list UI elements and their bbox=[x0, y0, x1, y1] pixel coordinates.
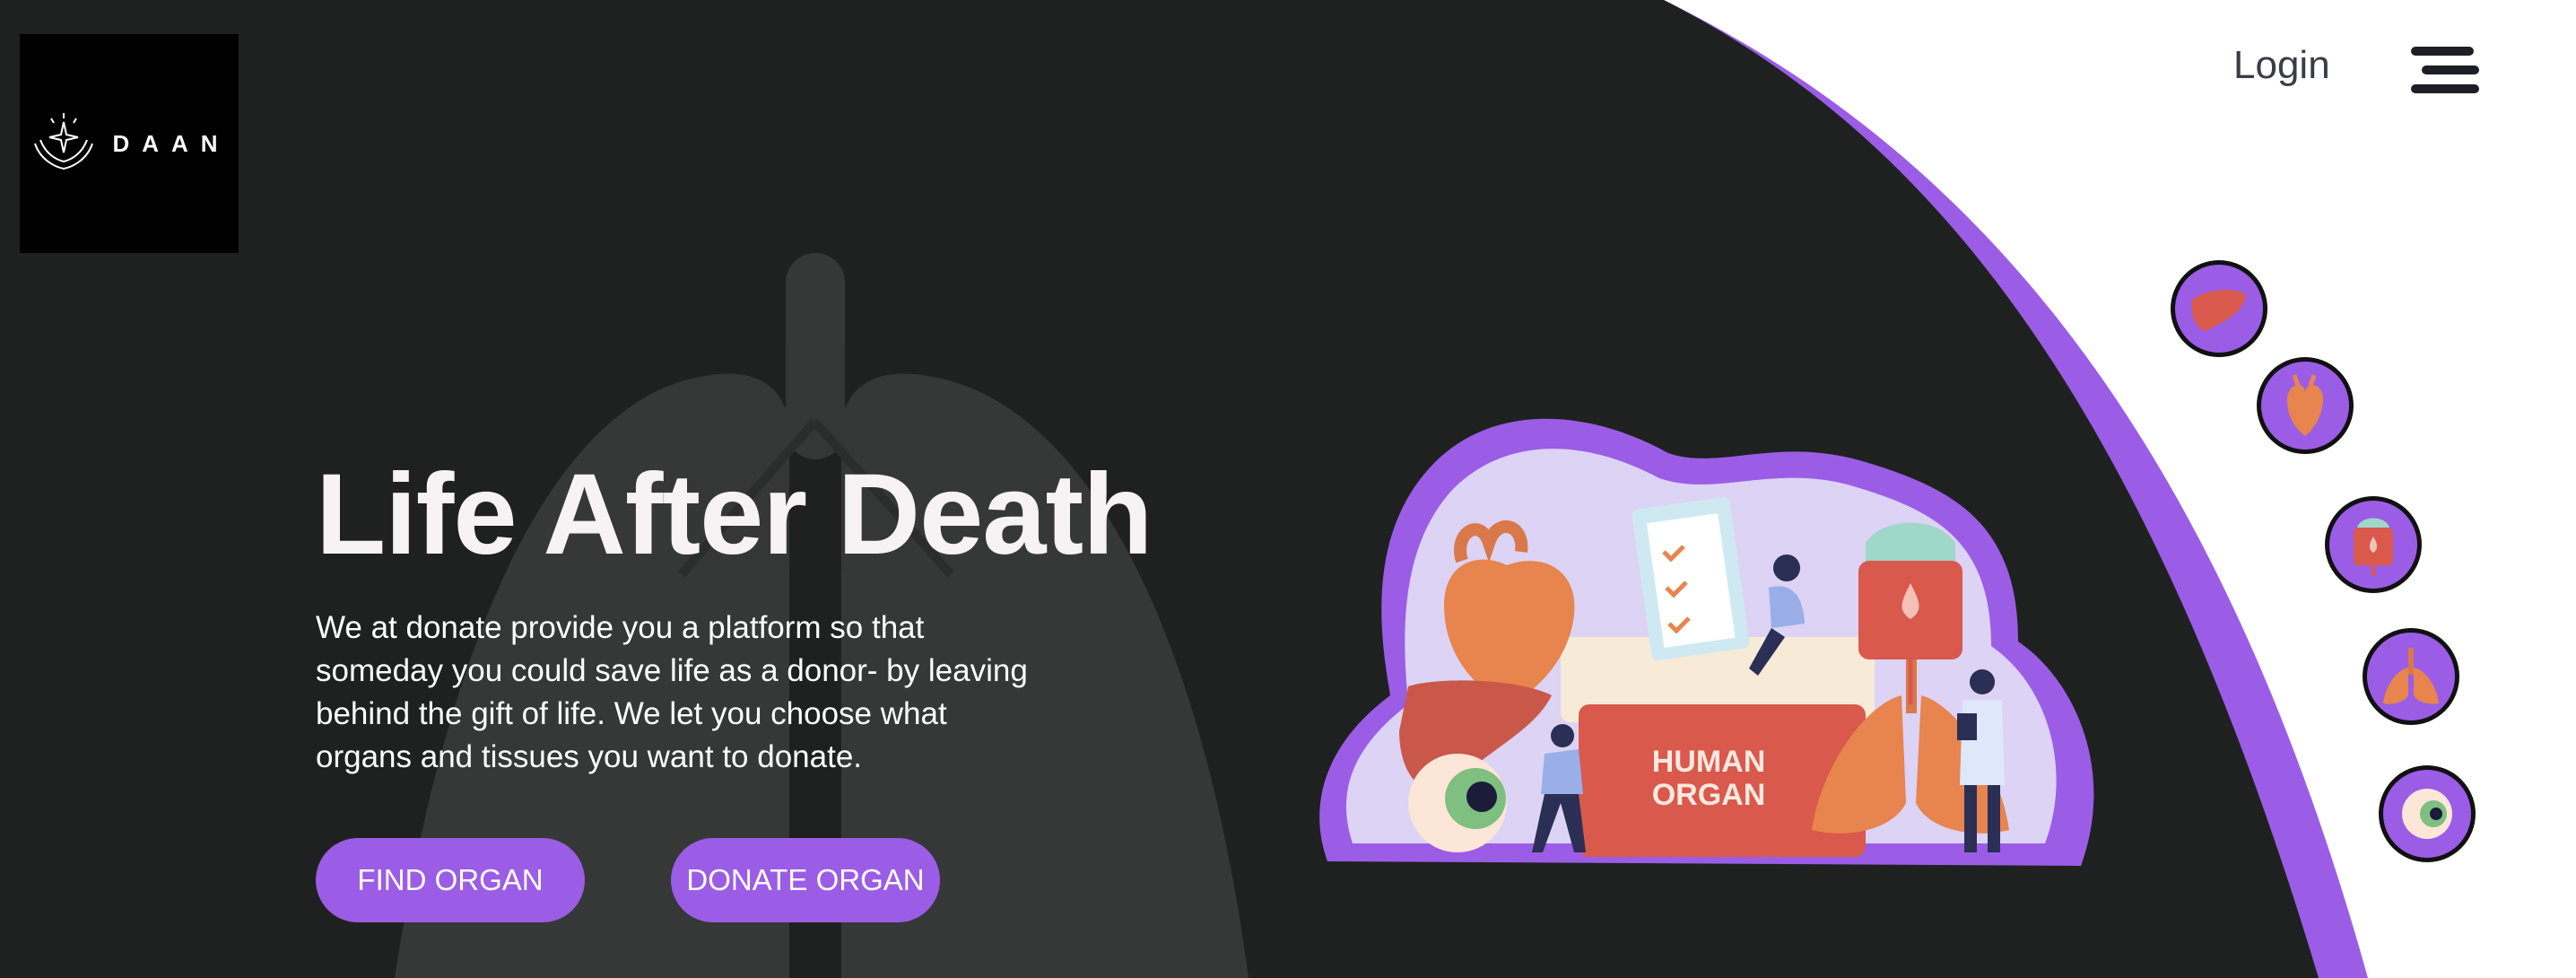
hands-sparkle-icon bbox=[34, 113, 94, 170]
brand-logo[interactable]: DAAN bbox=[20, 34, 239, 253]
human-organ-illustration: HUMAN ORGAN bbox=[1319, 418, 2094, 866]
hero-title: Life After Death bbox=[316, 450, 1153, 579]
checklist-clipboard bbox=[1632, 496, 1750, 661]
login-link[interactable]: Login bbox=[2233, 43, 2330, 88]
donate-organ-button[interactable]: DONATE ORGAN bbox=[671, 838, 940, 922]
find-organ-button[interactable]: FIND ORGAN bbox=[316, 838, 585, 922]
lungs-icon[interactable] bbox=[2363, 628, 2459, 725]
box-label-line1: HUMAN bbox=[1652, 745, 1766, 779]
blood-bag-icon[interactable] bbox=[2325, 496, 2422, 593]
box-label-line2: ORGAN bbox=[1652, 778, 1766, 812]
eyeball-organ bbox=[1408, 754, 1507, 852]
brand-name: DAAN bbox=[112, 129, 231, 157]
hamburger-menu-icon[interactable] bbox=[2411, 45, 2479, 99]
heart-icon[interactable] bbox=[2257, 357, 2354, 454]
eye-icon[interactable] bbox=[2379, 765, 2476, 862]
liver-icon[interactable] bbox=[2171, 260, 2267, 357]
hero-description: We at donate provide you a platform so t… bbox=[316, 610, 1028, 774]
